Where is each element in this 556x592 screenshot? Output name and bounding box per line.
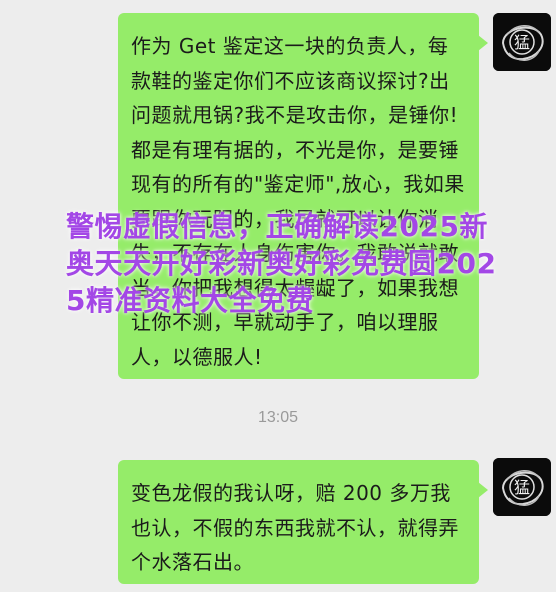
avatar-logo-icon: 猛 [493, 13, 551, 71]
message-row: 作为 Get 鉴定这一块的负责人，每款鞋的鉴定你们不应该商议探讨?出问题就甩锅?… [0, 0, 556, 400]
avatar[interactable]: 猛 [493, 458, 551, 516]
message-row: 变色龙假的我认呀，赔 200 多万我也认，不假的东西我就不认，就得弄个水落石出。… [0, 440, 556, 592]
avatar-logo-icon: 猛 [493, 458, 551, 516]
svg-text:猛: 猛 [514, 33, 530, 52]
avatar[interactable]: 猛 [493, 13, 551, 71]
timestamp: 13:05 [257, 409, 299, 426]
message-bubble[interactable]: 作为 Get 鉴定这一块的负责人，每款鞋的鉴定你们不应该商议探讨?出问题就甩锅?… [118, 13, 488, 379]
message-bubble[interactable]: 变色龙假的我认呀，赔 200 多万我也认，不假的东西我就不认，就得弄个水落石出。 [118, 460, 488, 584]
chat-view: 作为 Get 鉴定这一块的负责人，每款鞋的鉴定你们不应该商议探讨?出问题就甩锅?… [0, 0, 556, 592]
svg-text:猛: 猛 [514, 478, 530, 497]
